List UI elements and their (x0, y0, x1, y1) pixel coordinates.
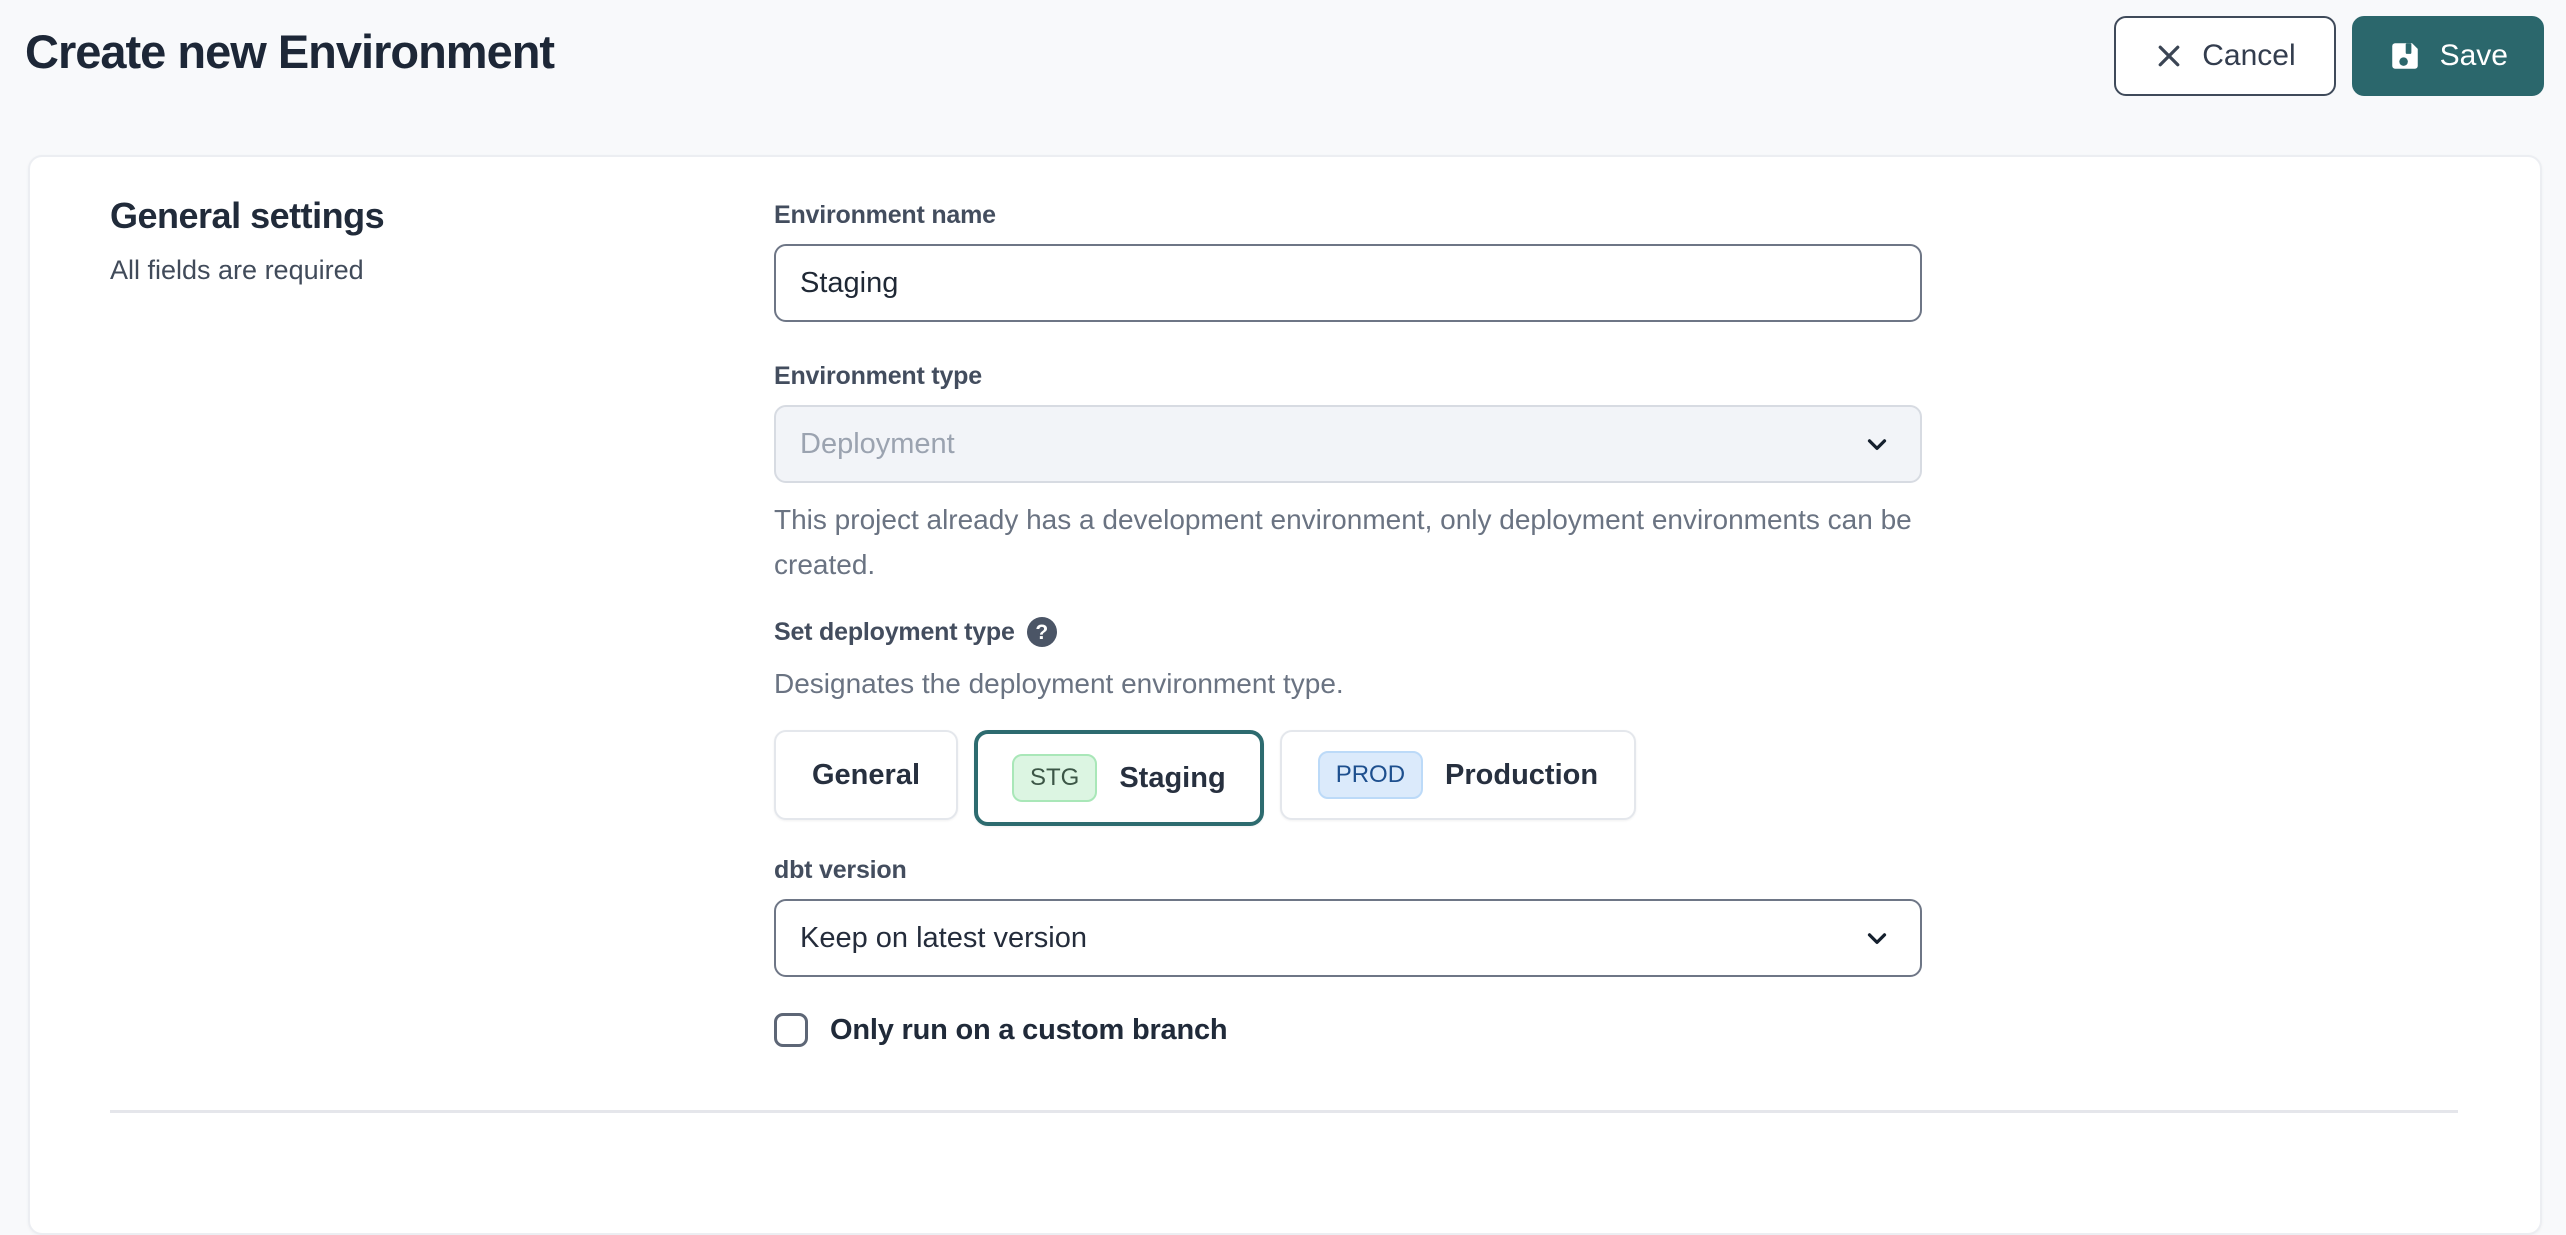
cancel-button-label: Cancel (2202, 39, 2295, 73)
production-badge: PROD (1318, 751, 1423, 799)
option-production-label: Production (1445, 759, 1598, 792)
cancel-button[interactable]: Cancel (2114, 16, 2335, 96)
save-icon (2388, 39, 2422, 73)
deployment-type-options: General STG Staging PROD Production (774, 730, 1922, 826)
header-actions: Cancel Save (2114, 16, 2544, 96)
close-icon (2154, 41, 2184, 71)
deployment-type-option-staging[interactable]: STG Staging (974, 730, 1264, 826)
chevron-down-icon (1862, 429, 1892, 459)
environment-type-label: Environment type (774, 362, 1922, 391)
environment-type-helper: This project already has a development e… (774, 497, 1922, 587)
section-info: General settings All fields are required (110, 195, 384, 286)
deployment-type-option-production[interactable]: PROD Production (1280, 730, 1636, 820)
dbt-version-value: Keep on latest version (800, 922, 1087, 955)
page-header: Create new Environment Cancel Save (0, 0, 2566, 96)
environment-type-value: Deployment (800, 428, 955, 461)
custom-branch-label: Only run on a custom branch (830, 1014, 1227, 1047)
environment-name-input[interactable] (774, 244, 1922, 322)
option-general-label: General (812, 759, 920, 792)
section-heading: General settings (110, 195, 384, 237)
help-glyph: ? (1035, 622, 1048, 643)
custom-branch-row: Only run on a custom branch (774, 1013, 1922, 1047)
section-subheading: All fields are required (110, 255, 384, 286)
deployment-type-description: Designates the deployment environment ty… (774, 661, 1922, 706)
set-deployment-type-label-text: Set deployment type (774, 618, 1015, 647)
custom-branch-checkbox[interactable] (774, 1013, 808, 1047)
help-circle-icon[interactable]: ? (1027, 617, 1057, 647)
chevron-down-icon (1862, 923, 1892, 953)
environment-form: Environment name Environment type Deploy… (774, 201, 1922, 1047)
option-staging-label: Staging (1119, 762, 1225, 795)
environment-type-select[interactable]: Deployment (774, 405, 1922, 483)
save-button[interactable]: Save (2352, 16, 2544, 96)
page-title: Create new Environment (25, 24, 554, 79)
set-deployment-type-label: Set deployment type ? (774, 617, 1922, 647)
staging-badge: STG (1012, 754, 1097, 802)
environment-name-label: Environment name (774, 201, 1922, 230)
section-divider (110, 1110, 2458, 1113)
general-settings-card: General settings All fields are required… (28, 155, 2542, 1235)
dbt-version-label: dbt version (774, 856, 1922, 885)
dbt-version-select[interactable]: Keep on latest version (774, 899, 1922, 977)
deployment-type-option-general[interactable]: General (774, 730, 958, 820)
save-button-label: Save (2440, 39, 2508, 73)
